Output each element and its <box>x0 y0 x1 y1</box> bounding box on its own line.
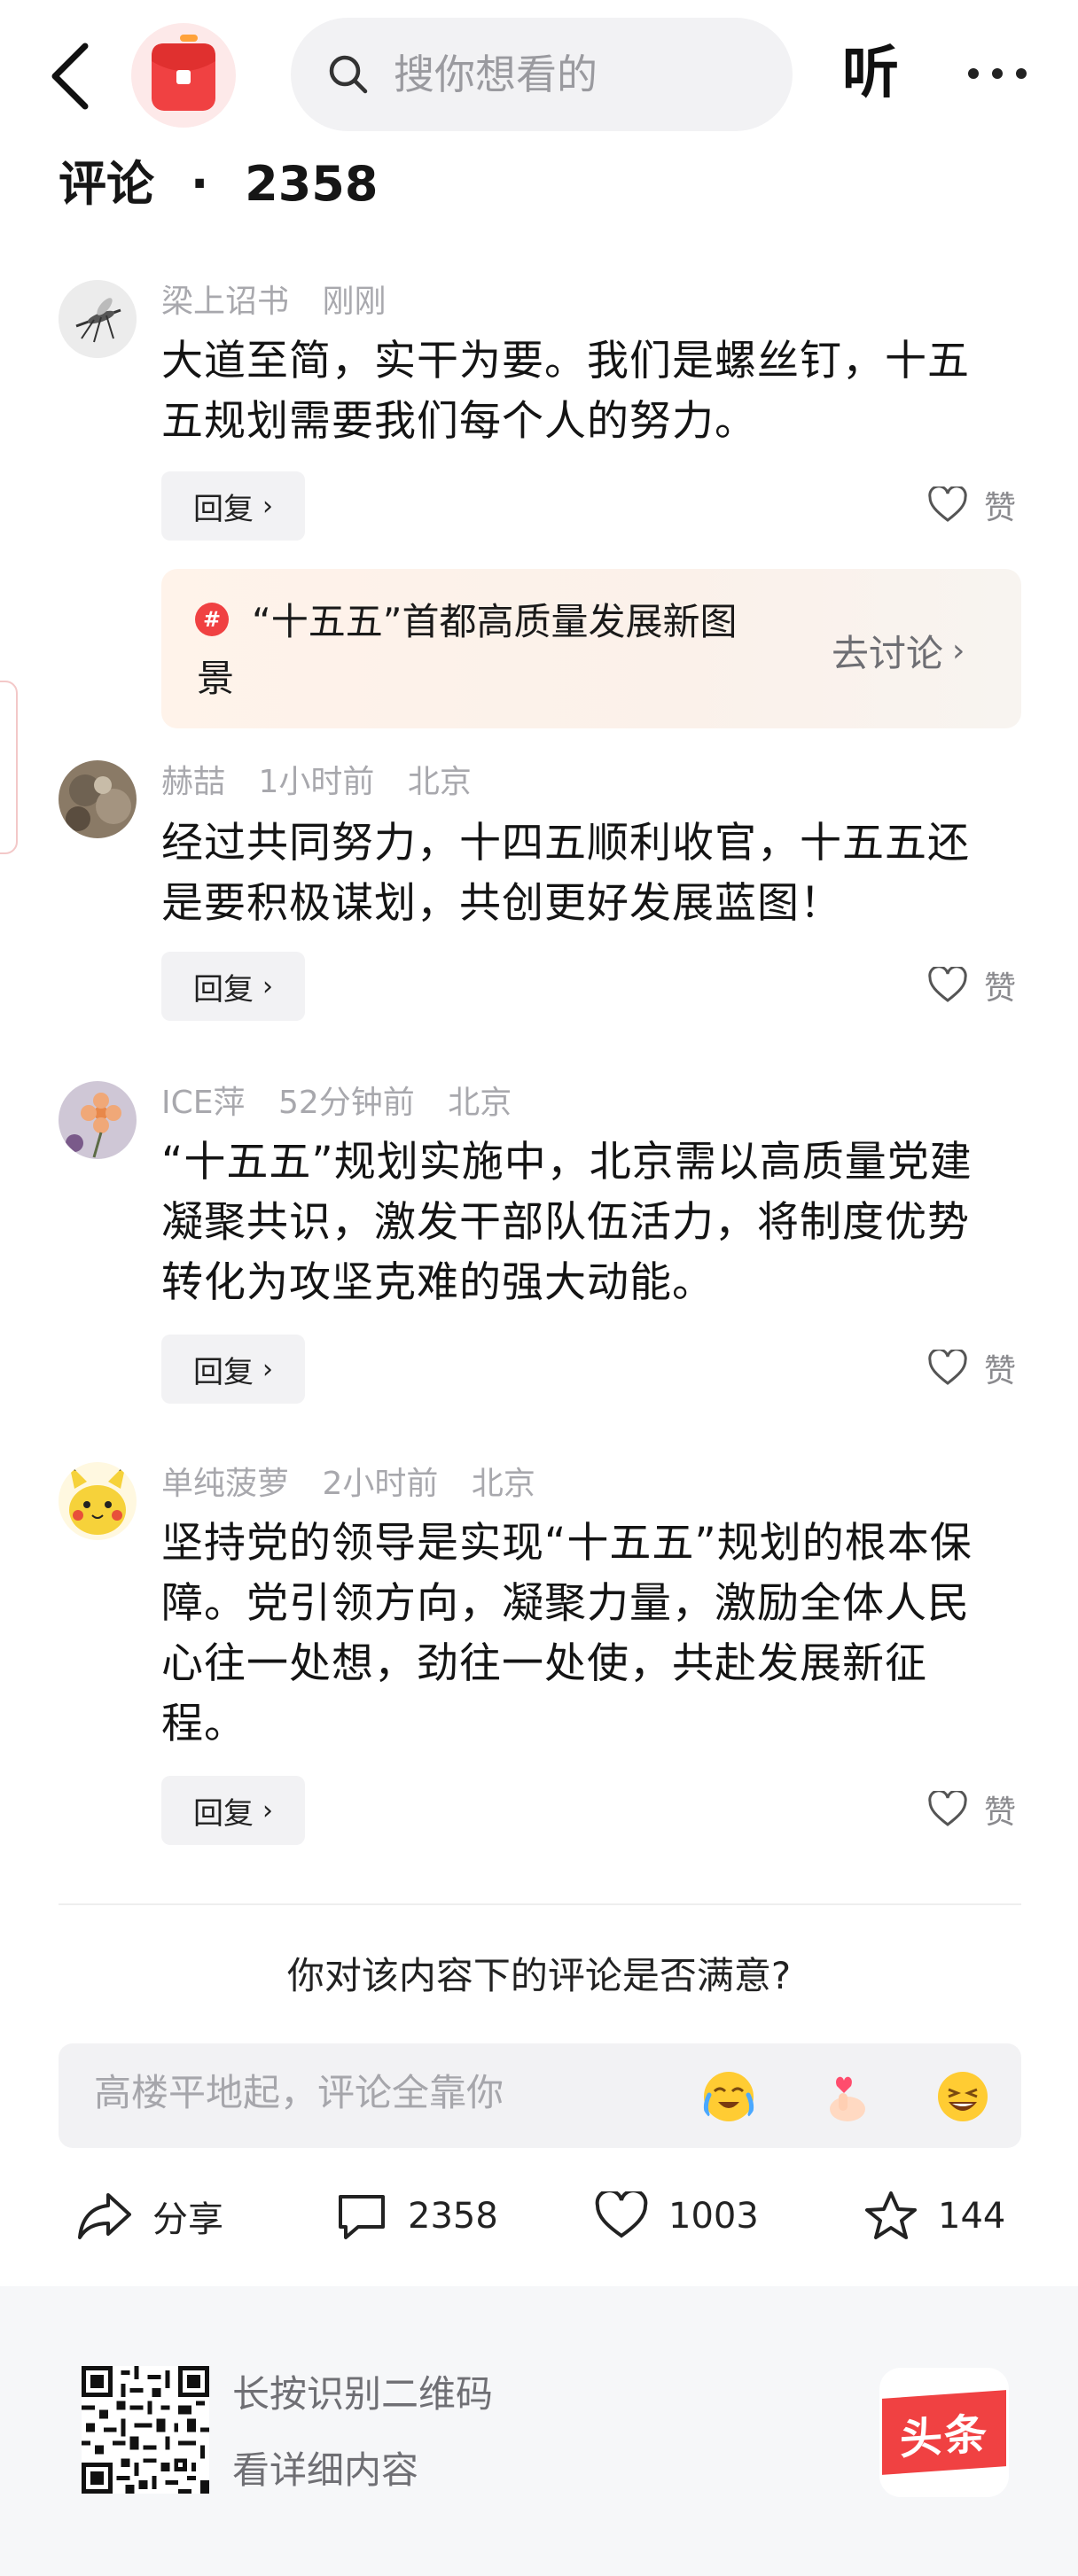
comment-satisfaction-survey[interactable]: 你对该内容下的评论是否满意? <box>0 1948 1078 2004</box>
heart-outline-icon <box>928 486 967 522</box>
comment-time: 52分钟前 <box>277 1085 415 1121</box>
like-button[interactable]: 赞 <box>927 482 1016 528</box>
comment-location: 北京 <box>471 1466 535 1502</box>
finger-heart-emoji-icon[interactable] <box>817 2068 874 2125</box>
flower-avatar-icon <box>59 1081 137 1159</box>
like-count: 1003 <box>668 2196 759 2237</box>
chevron-right-icon: › <box>262 970 273 1002</box>
qr-code[interactable] <box>82 2366 209 2494</box>
mosquito-avatar-icon <box>59 280 137 358</box>
reply-label: 回复 <box>193 1795 254 1832</box>
avatar[interactable] <box>59 1462 137 1540</box>
heart-outline-icon <box>928 1350 967 1385</box>
crying-laughing-emoji-icon[interactable] <box>700 2068 757 2125</box>
comment-time: 2小时前 <box>322 1466 439 1502</box>
share-label: 分享 <box>152 2199 223 2240</box>
comment-time: 1小时前 <box>258 764 375 800</box>
comments-title: 评论 · 2358 <box>59 149 378 220</box>
comment-bubble-icon <box>339 2195 385 2239</box>
reply-button[interactable]: 回复 › <box>161 952 305 1021</box>
comment-text: 大道至简，实干为要。我们是螺丝钉，十五五规划需要我们每个人的努力。 <box>161 337 970 446</box>
pikachu-avatar-icon <box>59 1462 137 1540</box>
comment-text: 坚持党的领导是实现“十五五”规划的根本保障。党引领方向，凝聚力量，激励全体人民心… <box>161 1519 973 1748</box>
like-label: 赞 <box>984 490 1017 526</box>
go-discuss-label: 去讨论 <box>832 632 944 675</box>
reply-label: 回复 <box>193 1354 254 1390</box>
reply-label: 回复 <box>193 491 254 527</box>
avatar[interactable] <box>59 760 137 838</box>
go-discuss-link[interactable]: 去讨论 › <box>832 624 965 678</box>
grinning-emoji-icon[interactable] <box>934 2068 991 2125</box>
chevron-right-icon: › <box>262 1353 273 1385</box>
chevron-right-icon: › <box>262 1794 273 1826</box>
like-button[interactable]: 赞 <box>927 962 1016 1008</box>
back-arrow-icon[interactable] <box>46 41 96 112</box>
comment-author[interactable]: ICE萍 <box>161 1085 246 1121</box>
like-count-button[interactable]: 1003 <box>594 2185 759 2247</box>
toutiao-logo-text: 头条 <box>882 2390 1006 2475</box>
qr-instruction-line2: 看详细内容 <box>232 2448 419 2492</box>
comment-author[interactable]: 赫喆 <box>161 764 225 800</box>
share-button[interactable]: 分享 <box>76 2185 223 2247</box>
comments-count: 2358 <box>245 156 379 212</box>
app-logo[interactable] <box>131 23 236 128</box>
share-icon <box>78 2193 131 2239</box>
comment-author[interactable]: 单纯菠萝 <box>161 1466 289 1502</box>
toutiao-logo: 头条 <box>879 2368 1009 2497</box>
comment-meta: 赫喆 1小时前 北京 <box>161 760 495 805</box>
reply-button[interactable]: 回复 › <box>161 1776 305 1845</box>
topic-title: “十五五”首都高质量发展新图景 <box>197 600 738 700</box>
divider <box>59 1903 1021 1905</box>
comment-meta: ICE萍 52分钟前 北京 <box>161 1081 535 1125</box>
comment-location: 北京 <box>407 764 472 800</box>
search-icon <box>329 55 368 94</box>
heart-outline-icon <box>928 1791 967 1826</box>
comment-input[interactable] <box>92 2070 574 2115</box>
star-outline-icon <box>865 2191 917 2239</box>
favorite-button[interactable]: 144 <box>863 2185 1005 2247</box>
comment-time: 刚刚 <box>322 284 387 320</box>
red-envelope-icon <box>152 35 215 111</box>
like-button[interactable]: 赞 <box>927 1786 1016 1833</box>
search-input[interactable] <box>392 50 768 99</box>
comments-title-label: 评论 <box>59 156 154 212</box>
landscape-avatar-icon <box>59 760 137 838</box>
search-box[interactable] <box>291 18 793 131</box>
avatar[interactable] <box>59 1081 137 1159</box>
like-button[interactable]: 赞 <box>927 1345 1016 1391</box>
comment-input-bar[interactable] <box>59 2043 1021 2148</box>
avatar[interactable] <box>59 280 137 358</box>
reply-button[interactable]: 回复 › <box>161 471 305 541</box>
heart-outline-icon <box>928 967 967 1002</box>
comment-author[interactable]: 梁上诏书 <box>161 284 289 320</box>
comment-meta: 梁上诏书 刚刚 <box>161 280 409 324</box>
comments-title-separator: · <box>190 156 209 212</box>
like-label: 赞 <box>984 1353 1017 1389</box>
like-label: 赞 <box>984 1794 1017 1831</box>
listen-button[interactable]: 听 <box>842 34 899 113</box>
reply-label: 回复 <box>193 971 254 1008</box>
comment-location: 北京 <box>448 1085 512 1121</box>
comment-meta: 单纯菠萝 2小时前 北京 <box>161 1462 559 1506</box>
comment-text: “十五五”规划实施中，北京需以高质量党建凝聚共识，激发干部队伍活力，将制度优势转… <box>161 1138 973 1307</box>
reply-button[interactable]: 回复 › <box>161 1335 305 1404</box>
topic-card[interactable]: # “十五五”首都高质量发展新图景 去讨论 › <box>161 569 1021 728</box>
edge-tab[interactable] <box>0 681 18 854</box>
chevron-right-icon: › <box>952 633 965 669</box>
chevron-right-icon: › <box>262 490 273 522</box>
comment-count: 2358 <box>408 2196 498 2237</box>
qr-instruction-line1: 长按识别二维码 <box>232 2372 494 2416</box>
comment-text: 经过共同努力，十四五顺利收官，十五五还是要积极谋划，共创更好发展蓝图！ <box>161 819 970 928</box>
more-icon[interactable] <box>966 60 1028 87</box>
heart-outline-icon <box>595 2191 648 2238</box>
comment-count-button[interactable]: 2358 <box>335 2185 498 2247</box>
like-label: 赞 <box>984 970 1017 1007</box>
favorite-count: 144 <box>938 2196 1006 2237</box>
